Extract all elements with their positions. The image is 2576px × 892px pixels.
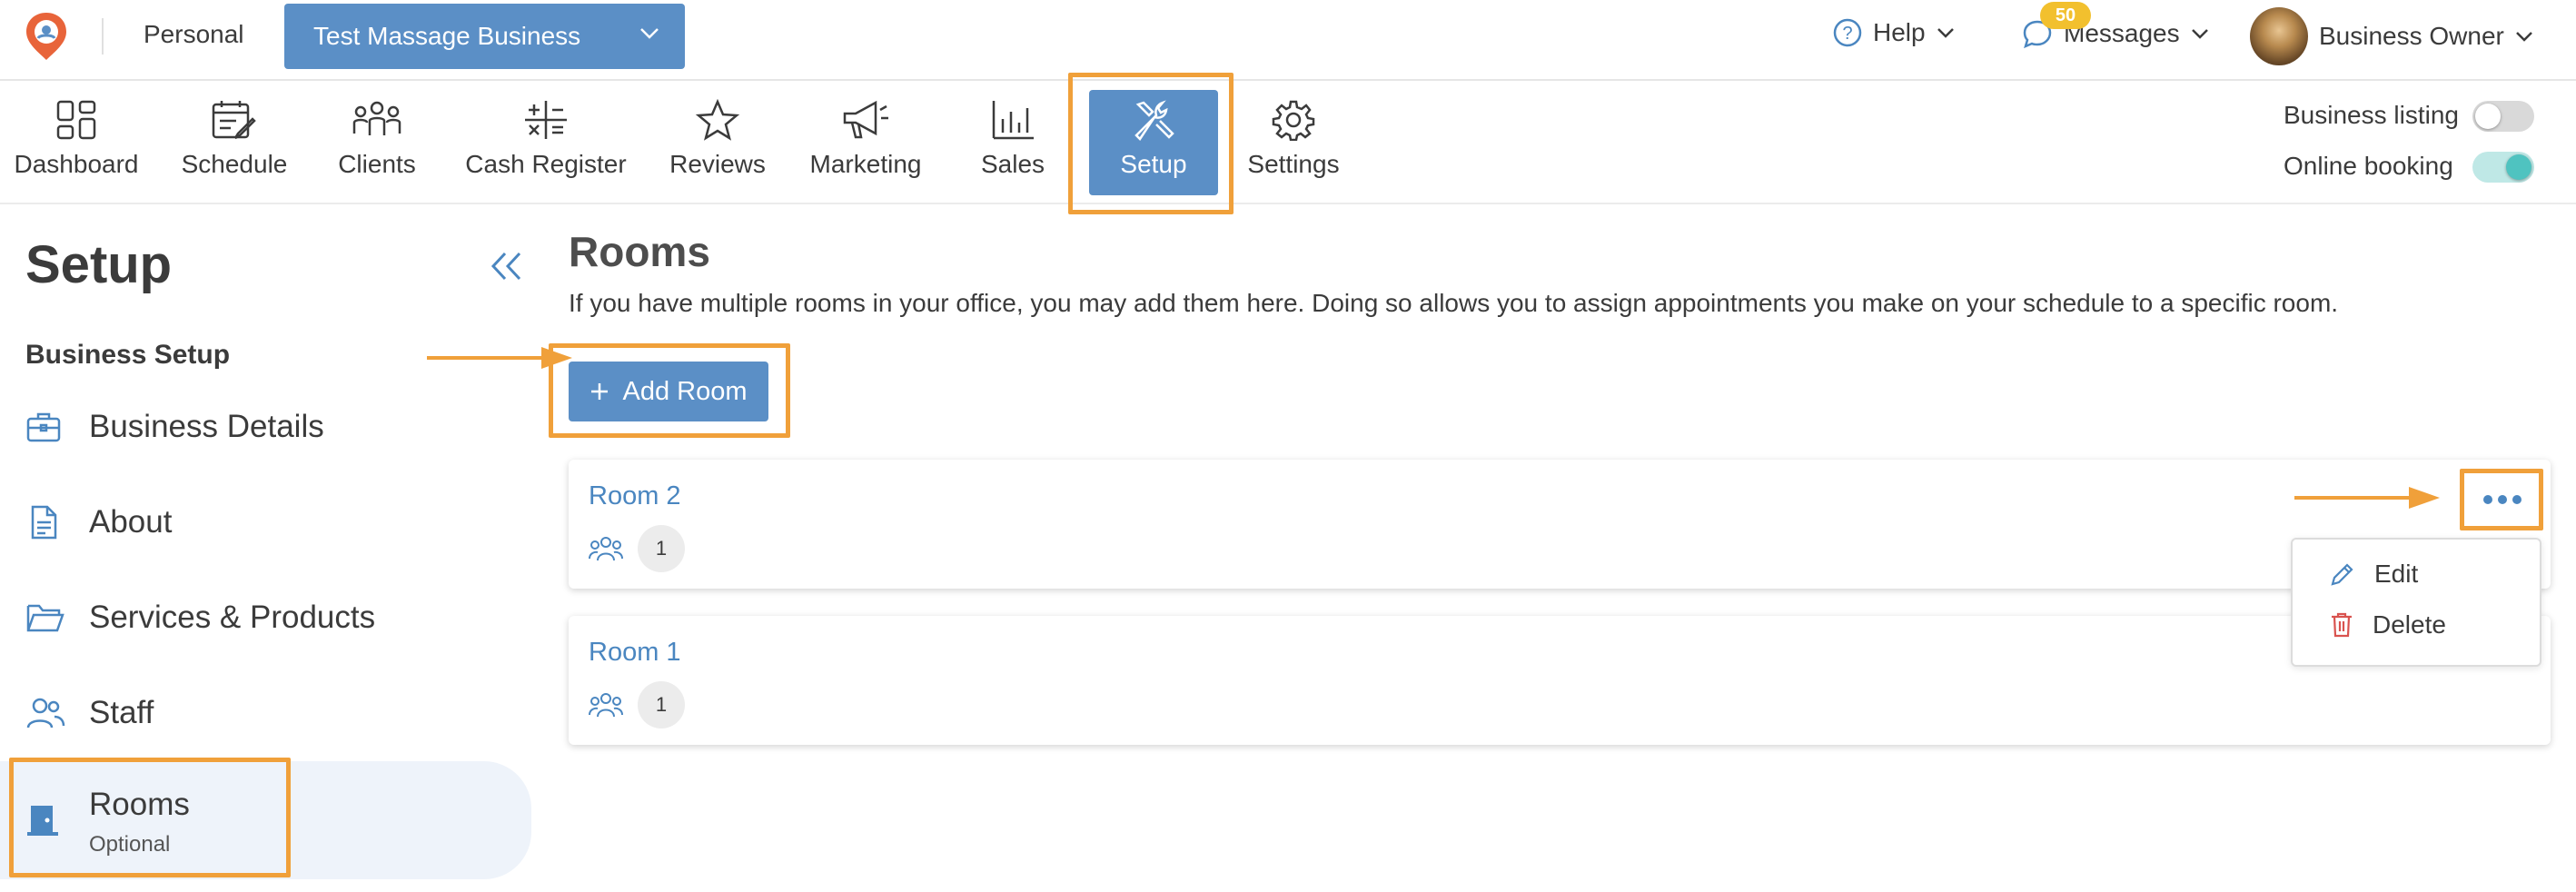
messages-count-badge: 50	[2040, 2, 2091, 29]
room-meta: 1	[589, 525, 685, 572]
nav-label: Settings	[1247, 150, 1340, 178]
nav-dashboard[interactable]: Dashboard	[7, 81, 145, 204]
online-booking-toggle[interactable]	[2472, 152, 2534, 183]
bar-chart-icon	[992, 101, 1034, 140]
nav-reviews[interactable]: Reviews	[663, 81, 772, 204]
add-room-button[interactable]: Add Room	[569, 362, 768, 421]
door-icon	[27, 806, 58, 836]
annotation-arrow-head	[2409, 487, 2440, 509]
sidebar-item-label: Staff	[89, 695, 154, 730]
dashboard-icon	[56, 100, 96, 140]
chevron-down-icon	[2191, 29, 2208, 39]
plus-icon	[591, 383, 609, 400]
sidebar-item-services-products[interactable]: Services & Products	[0, 570, 531, 665]
sidebar-item-about[interactable]: About	[0, 475, 531, 570]
room-name-link[interactable]: Room 2	[589, 481, 681, 511]
pencil-icon	[2331, 563, 2353, 586]
dot	[2512, 495, 2522, 504]
personal-link[interactable]: Personal	[144, 20, 244, 49]
nav-schedule[interactable]: Schedule	[173, 81, 296, 204]
sidebar-item-label: Services & Products	[89, 600, 376, 635]
annotation-arrow	[2294, 496, 2413, 500]
calculator-icon	[525, 101, 567, 139]
dot	[2483, 495, 2492, 504]
capacity-badge: 1	[638, 681, 685, 728]
business-listing-label: Business listing	[2284, 101, 2459, 129]
collapse-sidebar-icon[interactable]	[490, 251, 523, 282]
sidebar-item-staff[interactable]: Staff	[0, 666, 531, 760]
chevron-down-icon	[640, 28, 659, 39]
dot	[2498, 495, 2507, 504]
main-nav: Dashboard Schedule Clients Cash Register	[0, 81, 2576, 204]
annotation-arrow	[427, 356, 545, 360]
room-card: Room 2 1	[569, 460, 2551, 589]
sidebar-item-label: Rooms	[89, 787, 190, 822]
calendar-icon	[212, 101, 256, 140]
gear-icon	[1272, 100, 1315, 141]
top-bar: Personal Test Massage Business ? Help Me…	[0, 0, 2576, 81]
add-room-label: Add Room	[622, 376, 748, 406]
capacity-badge: 1	[638, 525, 685, 572]
menu-item-label: Delete	[2373, 610, 2446, 639]
nav-label: Reviews	[669, 150, 766, 178]
business-listing-toggle[interactable]	[2472, 101, 2534, 132]
star-icon	[695, 99, 740, 141]
tools-icon	[1134, 100, 1174, 141]
business-selector-label: Test Massage Business	[313, 22, 581, 50]
sidebar-item-rooms[interactable]: Rooms Optional	[0, 761, 531, 879]
nav-clients[interactable]: Clients	[325, 81, 429, 204]
logo-icon[interactable]	[24, 11, 69, 62]
nav-label: Setup	[1120, 150, 1187, 178]
room-card: Room 1 1	[569, 616, 2551, 745]
online-booking-label: Online booking	[2284, 152, 2453, 180]
document-icon	[31, 505, 57, 540]
nav-label: Cash Register	[465, 150, 627, 178]
sidebar-item-business-details[interactable]: Business Details	[0, 380, 531, 474]
sidebar-title: Setup	[25, 235, 173, 294]
trash-icon	[2332, 612, 2352, 638]
nav-cash-register[interactable]: Cash Register	[461, 81, 630, 204]
help-label: Help	[1873, 18, 1926, 46]
annotation-arrow-head	[541, 347, 572, 369]
folder-icon	[26, 604, 64, 632]
user-menu[interactable]: Business Owner	[2250, 7, 2533, 65]
staff-icon	[26, 698, 65, 728]
nav-label: Clients	[338, 150, 416, 178]
menu-item-label: Edit	[2374, 560, 2419, 588]
megaphone-icon	[843, 100, 888, 139]
help-menu[interactable]: ? Help	[1833, 18, 1955, 47]
section-heading: Business Setup	[25, 340, 231, 370]
nav-label: Schedule	[181, 150, 288, 178]
nav-label: Sales	[980, 150, 1045, 178]
business-selector[interactable]: Test Massage Business	[284, 4, 685, 69]
nav-settings[interactable]: Settings	[1241, 81, 1346, 204]
sidebar-item-sublabel: Optional	[89, 832, 171, 857]
people-icon	[589, 537, 623, 561]
nav-label: Marketing	[809, 150, 922, 178]
room-meta: 1	[589, 681, 685, 728]
briefcase-icon	[26, 412, 61, 442]
clients-icon	[352, 101, 401, 135]
nav-label: Dashboard	[14, 150, 139, 178]
divider	[102, 18, 104, 55]
more-options-button[interactable]	[2472, 481, 2532, 518]
help-icon: ?	[1833, 18, 1862, 47]
nav-sales[interactable]: Sales	[968, 81, 1057, 204]
sidebar-item-label: Business Details	[89, 409, 324, 444]
page-description: If you have multiple rooms in your offic…	[569, 289, 2339, 317]
menu-item-delete[interactable]: Delete	[2329, 610, 2446, 639]
user-name: Business Owner	[2319, 22, 2504, 50]
svg-text:?: ?	[1842, 24, 1852, 44]
chevron-down-icon	[2515, 32, 2532, 42]
sidebar-item-label: About	[89, 504, 173, 540]
chevron-down-icon	[1937, 28, 1954, 38]
avatar	[2250, 7, 2308, 65]
nav-marketing[interactable]: Marketing	[801, 81, 930, 204]
room-actions-menu: Edit Delete	[2291, 538, 2541, 667]
people-icon	[589, 693, 623, 718]
menu-item-edit[interactable]: Edit	[2329, 560, 2418, 589]
page-title: Rooms	[569, 228, 710, 275]
room-name-link[interactable]: Room 1	[589, 638, 681, 668]
nav-setup[interactable]: Setup	[1089, 81, 1218, 204]
